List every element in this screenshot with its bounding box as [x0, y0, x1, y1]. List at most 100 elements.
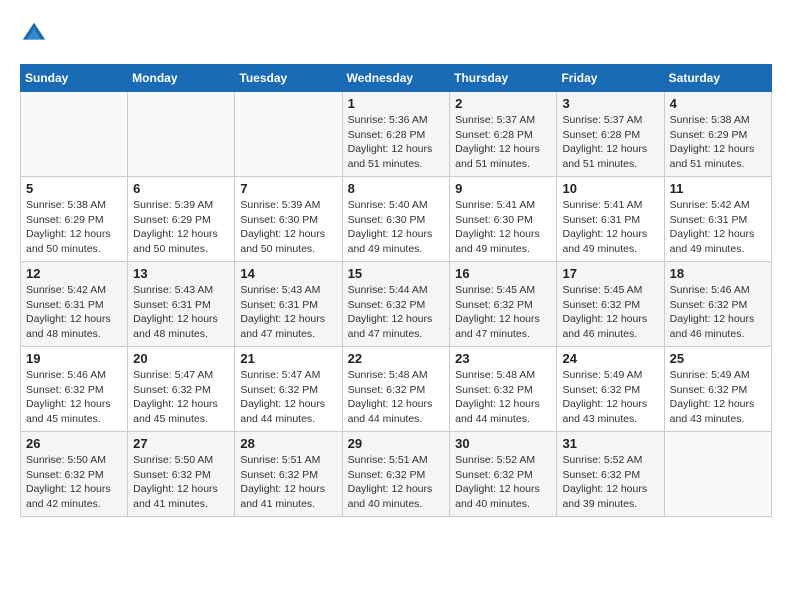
calendar-cell: 15 Sunrise: 5:44 AMSunset: 6:32 PMDaylig… [342, 262, 450, 347]
day-number: 6 [133, 181, 229, 196]
day-number: 29 [348, 436, 445, 451]
day-info: Sunrise: 5:38 AMSunset: 6:29 PMDaylight:… [26, 198, 122, 257]
calendar-cell [21, 92, 128, 177]
calendar-cell: 1 Sunrise: 5:36 AMSunset: 6:28 PMDayligh… [342, 92, 450, 177]
calendar-cell: 7 Sunrise: 5:39 AMSunset: 6:30 PMDayligh… [235, 177, 342, 262]
day-number: 22 [348, 351, 445, 366]
calendar-cell: 5 Sunrise: 5:38 AMSunset: 6:29 PMDayligh… [21, 177, 128, 262]
day-number: 26 [26, 436, 122, 451]
calendar-cell: 11 Sunrise: 5:42 AMSunset: 6:31 PMDaylig… [664, 177, 771, 262]
day-info: Sunrise: 5:36 AMSunset: 6:28 PMDaylight:… [348, 113, 445, 172]
day-number: 28 [240, 436, 336, 451]
day-info: Sunrise: 5:37 AMSunset: 6:28 PMDaylight:… [562, 113, 658, 172]
day-number: 15 [348, 266, 445, 281]
calendar-cell: 24 Sunrise: 5:49 AMSunset: 6:32 PMDaylig… [557, 347, 664, 432]
day-info: Sunrise: 5:47 AMSunset: 6:32 PMDaylight:… [133, 368, 229, 427]
calendar-header: SundayMondayTuesdayWednesdayThursdayFrid… [21, 65, 772, 92]
day-info: Sunrise: 5:48 AMSunset: 6:32 PMDaylight:… [455, 368, 551, 427]
day-number: 30 [455, 436, 551, 451]
calendar-cell: 9 Sunrise: 5:41 AMSunset: 6:30 PMDayligh… [450, 177, 557, 262]
day-info: Sunrise: 5:38 AMSunset: 6:29 PMDaylight:… [670, 113, 766, 172]
calendar-cell: 3 Sunrise: 5:37 AMSunset: 6:28 PMDayligh… [557, 92, 664, 177]
calendar-week-3: 12 Sunrise: 5:42 AMSunset: 6:31 PMDaylig… [21, 262, 772, 347]
calendar-cell: 17 Sunrise: 5:45 AMSunset: 6:32 PMDaylig… [557, 262, 664, 347]
day-number: 14 [240, 266, 336, 281]
day-info: Sunrise: 5:44 AMSunset: 6:32 PMDaylight:… [348, 283, 445, 342]
calendar-week-5: 26 Sunrise: 5:50 AMSunset: 6:32 PMDaylig… [21, 432, 772, 517]
day-info: Sunrise: 5:41 AMSunset: 6:30 PMDaylight:… [455, 198, 551, 257]
day-info: Sunrise: 5:51 AMSunset: 6:32 PMDaylight:… [348, 453, 445, 512]
calendar-cell: 13 Sunrise: 5:43 AMSunset: 6:31 PMDaylig… [128, 262, 235, 347]
day-number: 8 [348, 181, 445, 196]
logo-icon [20, 20, 48, 48]
day-info: Sunrise: 5:43 AMSunset: 6:31 PMDaylight:… [240, 283, 336, 342]
calendar-cell [235, 92, 342, 177]
calendar-cell: 26 Sunrise: 5:50 AMSunset: 6:32 PMDaylig… [21, 432, 128, 517]
calendar-cell: 2 Sunrise: 5:37 AMSunset: 6:28 PMDayligh… [450, 92, 557, 177]
day-number: 21 [240, 351, 336, 366]
day-number: 10 [562, 181, 658, 196]
day-number: 31 [562, 436, 658, 451]
day-number: 3 [562, 96, 658, 111]
calendar-cell: 14 Sunrise: 5:43 AMSunset: 6:31 PMDaylig… [235, 262, 342, 347]
weekday-header-thursday: Thursday [450, 65, 557, 92]
day-number: 19 [26, 351, 122, 366]
calendar-week-4: 19 Sunrise: 5:46 AMSunset: 6:32 PMDaylig… [21, 347, 772, 432]
day-number: 9 [455, 181, 551, 196]
calendar-cell: 10 Sunrise: 5:41 AMSunset: 6:31 PMDaylig… [557, 177, 664, 262]
day-info: Sunrise: 5:50 AMSunset: 6:32 PMDaylight:… [26, 453, 122, 512]
day-number: 12 [26, 266, 122, 281]
day-info: Sunrise: 5:46 AMSunset: 6:32 PMDaylight:… [670, 283, 766, 342]
logo [20, 20, 52, 48]
day-number: 7 [240, 181, 336, 196]
day-number: 20 [133, 351, 229, 366]
day-info: Sunrise: 5:39 AMSunset: 6:29 PMDaylight:… [133, 198, 229, 257]
day-info: Sunrise: 5:45 AMSunset: 6:32 PMDaylight:… [562, 283, 658, 342]
day-info: Sunrise: 5:49 AMSunset: 6:32 PMDaylight:… [562, 368, 658, 427]
day-info: Sunrise: 5:43 AMSunset: 6:31 PMDaylight:… [133, 283, 229, 342]
day-number: 24 [562, 351, 658, 366]
calendar-cell: 29 Sunrise: 5:51 AMSunset: 6:32 PMDaylig… [342, 432, 450, 517]
calendar-cell: 20 Sunrise: 5:47 AMSunset: 6:32 PMDaylig… [128, 347, 235, 432]
calendar-cell: 21 Sunrise: 5:47 AMSunset: 6:32 PMDaylig… [235, 347, 342, 432]
calendar-cell: 23 Sunrise: 5:48 AMSunset: 6:32 PMDaylig… [450, 347, 557, 432]
calendar-cell: 31 Sunrise: 5:52 AMSunset: 6:32 PMDaylig… [557, 432, 664, 517]
weekday-header-friday: Friday [557, 65, 664, 92]
day-number: 5 [26, 181, 122, 196]
weekday-header-saturday: Saturday [664, 65, 771, 92]
day-info: Sunrise: 5:39 AMSunset: 6:30 PMDaylight:… [240, 198, 336, 257]
day-info: Sunrise: 5:47 AMSunset: 6:32 PMDaylight:… [240, 368, 336, 427]
day-number: 11 [670, 181, 766, 196]
calendar-cell: 8 Sunrise: 5:40 AMSunset: 6:30 PMDayligh… [342, 177, 450, 262]
calendar-week-1: 1 Sunrise: 5:36 AMSunset: 6:28 PMDayligh… [21, 92, 772, 177]
calendar-cell: 30 Sunrise: 5:52 AMSunset: 6:32 PMDaylig… [450, 432, 557, 517]
calendar-cell: 22 Sunrise: 5:48 AMSunset: 6:32 PMDaylig… [342, 347, 450, 432]
day-number: 4 [670, 96, 766, 111]
day-number: 1 [348, 96, 445, 111]
calendar-cell: 12 Sunrise: 5:42 AMSunset: 6:31 PMDaylig… [21, 262, 128, 347]
day-info: Sunrise: 5:51 AMSunset: 6:32 PMDaylight:… [240, 453, 336, 512]
day-number: 2 [455, 96, 551, 111]
calendar-week-2: 5 Sunrise: 5:38 AMSunset: 6:29 PMDayligh… [21, 177, 772, 262]
day-info: Sunrise: 5:41 AMSunset: 6:31 PMDaylight:… [562, 198, 658, 257]
day-number: 23 [455, 351, 551, 366]
day-number: 18 [670, 266, 766, 281]
calendar-cell [128, 92, 235, 177]
day-number: 17 [562, 266, 658, 281]
calendar-cell: 25 Sunrise: 5:49 AMSunset: 6:32 PMDaylig… [664, 347, 771, 432]
calendar-cell: 6 Sunrise: 5:39 AMSunset: 6:29 PMDayligh… [128, 177, 235, 262]
day-info: Sunrise: 5:40 AMSunset: 6:30 PMDaylight:… [348, 198, 445, 257]
day-number: 25 [670, 351, 766, 366]
day-info: Sunrise: 5:42 AMSunset: 6:31 PMDaylight:… [26, 283, 122, 342]
weekday-header-monday: Monday [128, 65, 235, 92]
calendar-cell: 19 Sunrise: 5:46 AMSunset: 6:32 PMDaylig… [21, 347, 128, 432]
calendar-table: SundayMondayTuesdayWednesdayThursdayFrid… [20, 64, 772, 517]
day-info: Sunrise: 5:52 AMSunset: 6:32 PMDaylight:… [455, 453, 551, 512]
calendar-cell: 16 Sunrise: 5:45 AMSunset: 6:32 PMDaylig… [450, 262, 557, 347]
day-number: 27 [133, 436, 229, 451]
calendar-cell: 28 Sunrise: 5:51 AMSunset: 6:32 PMDaylig… [235, 432, 342, 517]
calendar-cell: 27 Sunrise: 5:50 AMSunset: 6:32 PMDaylig… [128, 432, 235, 517]
day-info: Sunrise: 5:52 AMSunset: 6:32 PMDaylight:… [562, 453, 658, 512]
page-header [20, 20, 772, 48]
day-info: Sunrise: 5:48 AMSunset: 6:32 PMDaylight:… [348, 368, 445, 427]
